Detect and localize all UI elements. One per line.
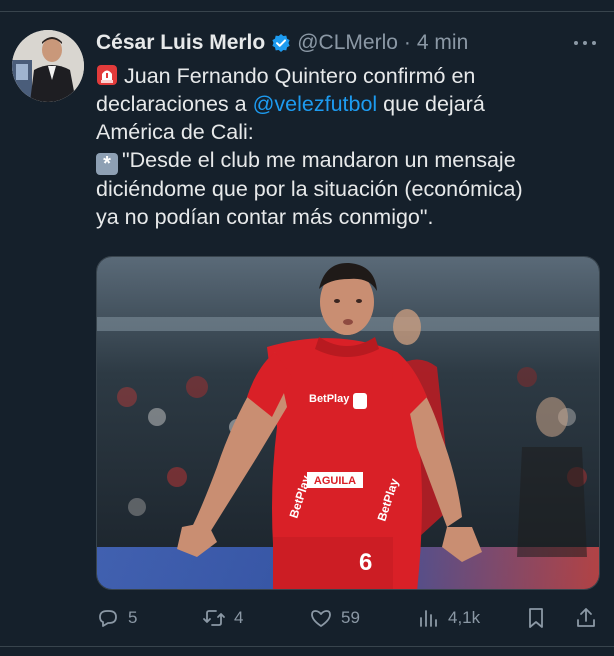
shorts-number: 6 — [359, 549, 372, 576]
tweet-line-2: declaraciones a @velezfutbol que dejará — [96, 90, 601, 118]
views-button[interactable]: 4,1k — [416, 606, 480, 630]
share-button[interactable] — [574, 606, 598, 630]
author-display-name[interactable]: César Luis Merlo — [96, 31, 265, 55]
tweet-line-1-text: Juan Fernando Quintero confirmó en — [124, 64, 476, 88]
tweet-line-1: Juan Fernando Quintero confirmó en — [96, 62, 601, 90]
tweet-photo[interactable]: BetPlay AGUILA BetPlay BetPlay 6 — [96, 256, 600, 590]
like-count: 59 — [341, 608, 360, 627]
view-count: 4,1k — [448, 608, 481, 627]
retweet-count: 4 — [234, 608, 244, 627]
header-separator: · — [403, 31, 411, 54]
more-icon[interactable] — [570, 32, 600, 54]
retweet-button[interactable]: 4 — [202, 606, 243, 630]
like-icon — [311, 610, 331, 627]
share-icon — [577, 608, 595, 627]
reply-icon — [99, 610, 117, 627]
author-avatar[interactable] — [12, 30, 84, 102]
verified-badge-icon — [271, 33, 291, 53]
mention-link[interactable]: @velezfutbol — [253, 92, 378, 116]
tweet-line-6: ya no podían contar más conmigo". — [96, 205, 434, 229]
author-handle[interactable]: @CLMerlo — [297, 31, 398, 55]
bookmark-icon — [529, 608, 543, 628]
tweet-line-2-after: que dejará — [377, 92, 485, 116]
bookmark-button[interactable] — [524, 606, 548, 630]
tweet-actions: 5 4 59 4,1k — [96, 600, 601, 636]
tweet-line-4-text: "Desde el club me mandaron un mensaje — [122, 148, 516, 172]
tweet-line-5: diciéndome que por la situación (económi… — [96, 177, 523, 201]
views-icon — [420, 610, 437, 627]
retweet-icon — [203, 610, 225, 626]
top-divider — [0, 0, 614, 12]
reply-count: 5 — [128, 608, 138, 627]
tweet-line-2-before: declaraciones a — [96, 92, 253, 116]
tweet-line-3: América de Cali: — [96, 120, 254, 144]
bottom-divider — [0, 646, 614, 647]
asterisk-emoji-icon: * — [96, 153, 118, 175]
tweet-header: César Luis Merlo @CLMerlo · 4 min — [96, 28, 468, 58]
tweet-text: Juan Fernando Quintero confirmó en decla… — [96, 62, 601, 231]
siren-emoji-icon — [96, 64, 118, 86]
jersey-sponsor: AGUILA — [314, 475, 356, 487]
tweet-timestamp[interactable]: 4 min — [417, 31, 468, 55]
tweet-line-4: * "Desde el club me mandaron un mensaje — [96, 146, 601, 175]
like-button[interactable]: 59 — [309, 606, 360, 630]
svg-text:BetPlay: BetPlay — [309, 393, 350, 405]
reply-button[interactable]: 5 — [96, 606, 137, 630]
